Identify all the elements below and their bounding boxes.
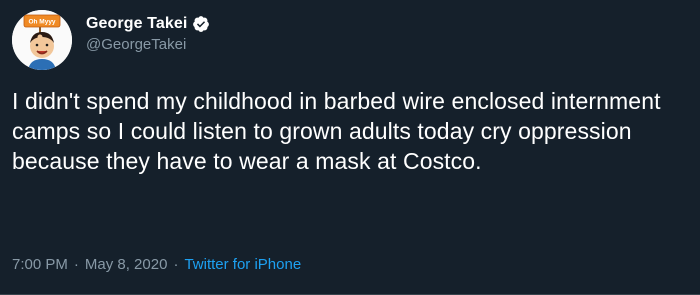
meta-separator-2: · — [173, 256, 179, 273]
verified-badge-icon — [192, 15, 210, 33]
tweet-meta: 7:00 PM · May 8, 2020 · Twitter for iPho… — [12, 256, 301, 273]
avatar-sign-text: Oh Myyy — [28, 19, 55, 26]
tweet-date[interactable]: May 8, 2020 — [85, 256, 168, 273]
author-display-name[interactable]: George Takei — [86, 15, 187, 33]
author-names: George Takei @GeorgeTakei — [86, 13, 210, 53]
tweet-time[interactable]: 7:00 PM — [12, 256, 68, 273]
meta-separator-1: · — [73, 256, 79, 273]
tweet-text: I didn't spend my childhood in barbed wi… — [12, 88, 661, 174]
tweet-header: Oh Myyy George Takei @GeorgeTakei — [12, 10, 210, 70]
name-row: George Takei — [86, 13, 210, 35]
avatar[interactable]: Oh Myyy — [12, 10, 72, 70]
author-handle[interactable]: @GeorgeTakei — [86, 36, 210, 53]
tweet-source-link[interactable]: Twitter for iPhone — [184, 256, 301, 273]
tweet-card: Oh Myyy George Takei @GeorgeTakei I didn… — [0, 0, 700, 295]
avatar-image: Oh Myyy — [12, 10, 72, 70]
